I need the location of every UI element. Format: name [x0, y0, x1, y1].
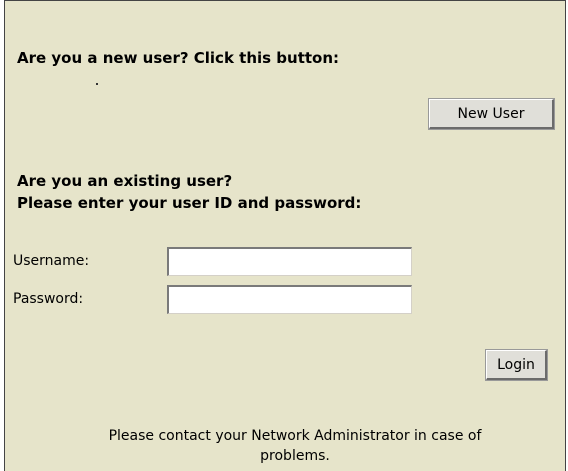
- existing-user-heading-line2: Please enter your user ID and password:: [17, 194, 362, 212]
- username-label: Username:: [13, 253, 90, 269]
- footer-line2: problems.: [260, 448, 330, 464]
- password-label: Password:: [13, 291, 84, 307]
- password-input[interactable]: [167, 285, 412, 314]
- footer-line1: Please contact your Network Administrato…: [108, 428, 482, 444]
- username-input[interactable]: [167, 247, 412, 276]
- login-button[interactable]: Login: [486, 350, 547, 380]
- existing-user-heading-line1: Are you an existing user?: [17, 172, 233, 190]
- login-panel: Are you a new user? Click this button: N…: [4, 0, 566, 471]
- new-user-heading: Are you a new user? Click this button:: [17, 49, 340, 67]
- existing-user-heading: Are you an existing user? Please enter y…: [17, 170, 361, 214]
- stray-dot: [96, 83, 98, 85]
- footer-message: Please contact your Network Administrato…: [25, 426, 565, 466]
- new-user-button[interactable]: New User: [429, 99, 554, 129]
